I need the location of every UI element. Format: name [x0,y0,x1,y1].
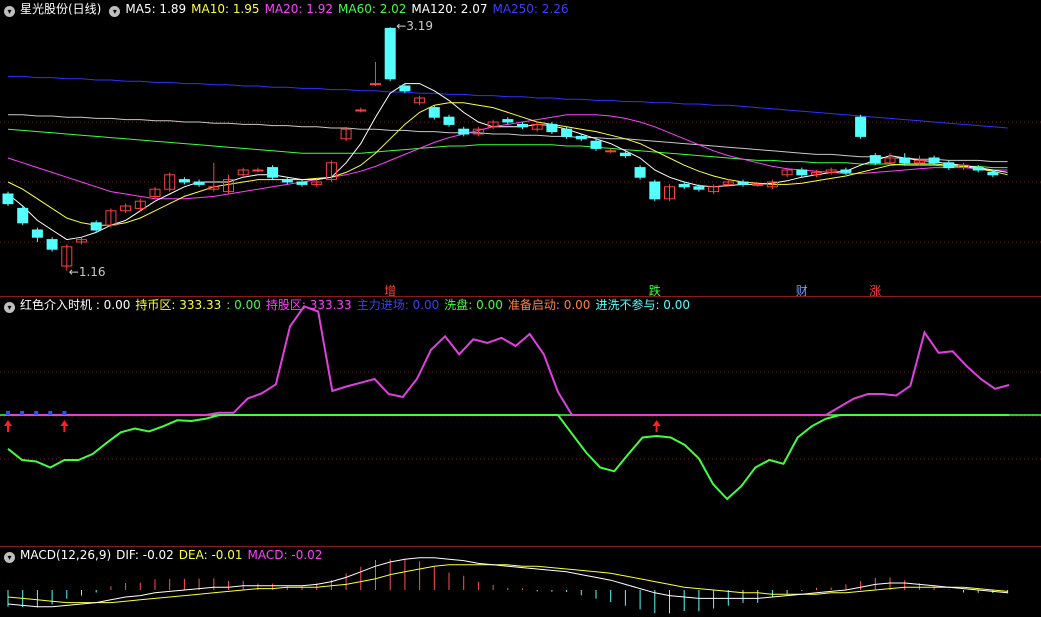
candle-body [634,167,646,178]
blue-signal-bar [6,411,10,415]
event-marker-3: 涨 [869,284,882,296]
indicator-items-0: 持币区: 333.33 [135,298,222,312]
candle-body [943,162,955,169]
event-marker-0: 增 [384,284,397,296]
candle-body [193,181,205,185]
candle-body [31,229,43,238]
candle-body [370,83,381,86]
indicator-legend: 持币区: 333.33 : 0.00 持股区: 333.33 主力进场: 0.00 洗盘… [135,298,695,312]
candlestick-chart[interactable] [0,0,1041,296]
candle-body [840,169,852,173]
event-marker-2: 财 [795,284,808,296]
collapse-icon[interactable]: ▾ [4,6,15,17]
high-price-label: ←3.19 [396,19,433,34]
candle-body [443,116,455,125]
candle-body [987,171,999,176]
candle-body [384,27,396,80]
red-up-arrow-icon [60,420,69,432]
candle-body [517,123,528,128]
main-ma-4: MA120: 2.07 [411,2,488,16]
candle-body [796,169,808,176]
ma5-line [7,83,1008,241]
low-price-label: ←1.16 [68,264,106,279]
candle-body [649,181,661,200]
macd-panel[interactable]: ▾ MACD(12,26,9) DIF: -0.02 DEA: -0.01 MACD: … [0,546,1041,617]
candle-body [46,239,58,250]
price-chart-panel[interactable]: ▾ 星光股份(日线) ▾ MA5: 1.89 MA10: 1.95 MA20: 1.92 M… [0,0,1041,296]
main-ma-5: MA250: 2.26 [492,2,569,16]
candle-body [693,186,705,190]
candle-body [252,169,264,172]
macd-items-2: MACD: -0.02 [247,548,323,562]
dea-line [7,564,1008,604]
candle-body [575,135,587,140]
candle-body [678,183,690,188]
main-ma-2: MA20: 1.92 [264,2,333,16]
price-header: ▾ 星光股份(日线) ▾ MA5: 1.89 MA10: 1.95 MA20: 1.92 M… [4,2,579,17]
macd-items-1: DEA: -0.01 [178,548,243,562]
ma-legend: MA5: 1.89 MA10: 1.95 MA20: 1.92 MA60: 2.02 M… [125,2,573,16]
main-ma-0: MA5: 1.89 [125,2,187,16]
candle-body [502,119,514,123]
blue-signal-bar [48,411,53,415]
main-ma-3: MA60: 2.02 [338,2,407,16]
candle-body [428,107,440,118]
indicator-items-2: 持股区: 333.33 [265,298,352,312]
blue-signal-bar [20,411,25,415]
candle-body [737,181,749,185]
main-ma-1: MA10: 1.95 [191,2,260,16]
candle-body [972,167,984,171]
candle-body [619,152,631,157]
macd-title: MACD(12,26,9) [20,548,112,562]
candle-body [90,222,102,231]
red-up-arrow-icon [652,420,661,432]
indicator-title: 红色介入时机 : 0.00 [20,298,131,312]
indicator-items-3: 主力进场: 0.00 [356,298,440,312]
indicator-items-1: : 0.00 [226,298,261,312]
candle-body [590,140,602,149]
candle-body [2,193,14,205]
blue-signal-bar [62,411,67,415]
stock-title: 星光股份(日线) [20,2,102,16]
indicator-header: ▾ 红色介入时机 : 0.00 持币区: 333.33 : 0.00 持股区: 333.… [4,298,700,313]
indicator-items-4: 洗盘: 0.00 [444,298,503,312]
blue-signal-bar [34,411,39,415]
candle-body [752,183,764,186]
collapse-icon[interactable]: ▾ [4,302,15,313]
candle-body [281,179,293,183]
candle-body [267,167,279,178]
candle-body [296,181,308,185]
candle-body [605,150,617,153]
candle-body [899,157,911,164]
indicator-items-5: 准备启动: 0.00 [507,298,591,312]
macd-legend: DIF: -0.02 DEA: -0.01 MACD: -0.02 [116,548,327,562]
macd-header: ▾ MACD(12,26,9) DIF: -0.02 DEA: -0.01 MACD: … [4,548,332,563]
collapse-icon[interactable]: ▾ [4,552,15,563]
macd-items-0: DIF: -0.02 [116,548,174,562]
candle-body [561,128,573,137]
event-marker-1: 跌 [648,284,661,296]
red-up-arrow-icon [4,420,12,432]
candle-body [399,85,411,92]
candle-body [869,155,881,164]
candle-body [855,116,867,137]
candle-body [928,157,940,164]
settings-circle-icon[interactable]: ▾ [109,6,121,17]
indicator-chart[interactable] [0,296,1041,546]
candle-body [355,109,367,112]
candle-body [458,128,470,135]
green-signal-line [7,414,1010,501]
indicator-panel[interactable]: ▾ 红色介入时机 : 0.00 持币区: 333.33 : 0.00 持股区: 333.… [0,296,1041,546]
magenta-signal-line [8,305,1010,416]
candle-body [178,179,190,183]
indicator-items-6: 进洗不参与: 0.00 [595,298,691,312]
candle-body [546,123,558,133]
candle-body [17,207,29,224]
